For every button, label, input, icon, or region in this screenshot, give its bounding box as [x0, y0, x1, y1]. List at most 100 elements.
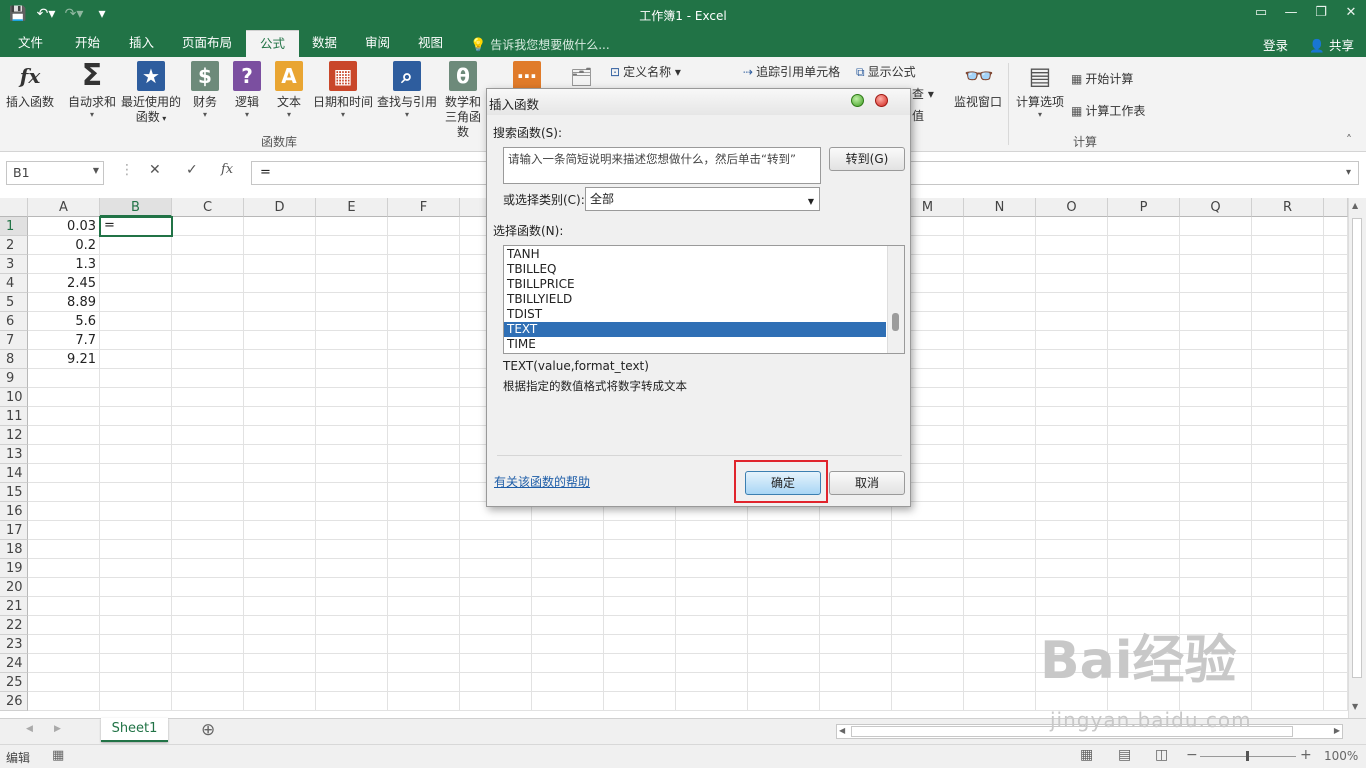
- h-scroll-thumb[interactable]: [851, 726, 1293, 737]
- grid-cell[interactable]: [100, 540, 172, 559]
- grid-cell[interactable]: [100, 274, 172, 293]
- cancel-icon[interactable]: ✕: [149, 162, 161, 178]
- grid-cell[interactable]: [1180, 274, 1252, 293]
- grid-cell[interactable]: [964, 483, 1036, 502]
- grid-cell[interactable]: [604, 521, 676, 540]
- grid-cell[interactable]: [28, 502, 100, 521]
- grid-cell[interactable]: [172, 407, 244, 426]
- grid-cell[interactable]: [316, 369, 388, 388]
- tab-page-layout[interactable]: 页面布局: [168, 30, 246, 57]
- row-header[interactable]: 16: [0, 502, 28, 521]
- grid-cell[interactable]: [964, 654, 1036, 673]
- grid-cell[interactable]: 9.21: [28, 350, 100, 369]
- cancel-button[interactable]: 取消: [829, 471, 905, 495]
- grid-cell[interactable]: [1108, 540, 1180, 559]
- grid-cell[interactable]: [244, 312, 316, 331]
- grid-cell[interactable]: [964, 616, 1036, 635]
- ok-button[interactable]: 确定: [745, 471, 821, 495]
- grid-cell[interactable]: [964, 540, 1036, 559]
- grid-cell[interactable]: [1180, 502, 1252, 521]
- grid-cell[interactable]: [748, 540, 820, 559]
- zoom-out-icon[interactable]: −: [1186, 747, 1198, 763]
- search-function-input[interactable]: 请输入一条简短说明来描述您想做什么，然后单击“转到”: [503, 147, 821, 184]
- grid-cell[interactable]: [964, 217, 1036, 236]
- grid-cell[interactable]: [820, 692, 892, 711]
- grid-cell[interactable]: [1108, 559, 1180, 578]
- grid-cell[interactable]: [1108, 217, 1180, 236]
- grid-cell[interactable]: [1252, 369, 1324, 388]
- collapse-ribbon-icon[interactable]: ˄: [1346, 133, 1352, 147]
- scroll-up-icon[interactable]: ▲: [1352, 201, 1358, 210]
- grid-cell[interactable]: [820, 654, 892, 673]
- grid-cell[interactable]: [28, 426, 100, 445]
- grid-cell[interactable]: [1252, 635, 1324, 654]
- column-header-q[interactable]: Q: [1180, 198, 1252, 217]
- grid-cell[interactable]: [1324, 293, 1348, 312]
- grid-cell[interactable]: [1252, 236, 1324, 255]
- grid-cell[interactable]: [100, 673, 172, 692]
- grid-cell[interactable]: [1324, 616, 1348, 635]
- grid-cell[interactable]: [172, 616, 244, 635]
- grid-cell[interactable]: [244, 217, 316, 236]
- grid-cell[interactable]: [892, 616, 964, 635]
- grid-cell[interactable]: [388, 597, 460, 616]
- grid-cell[interactable]: [820, 578, 892, 597]
- grid-cell[interactable]: [100, 331, 172, 350]
- grid-cell[interactable]: [1180, 673, 1252, 692]
- grid-cell[interactable]: [28, 369, 100, 388]
- grid-cell[interactable]: [1252, 426, 1324, 445]
- grid-cell[interactable]: [316, 483, 388, 502]
- grid-cell[interactable]: [964, 692, 1036, 711]
- grid-cell[interactable]: [892, 521, 964, 540]
- grid-cell[interactable]: [1036, 464, 1108, 483]
- grid-cell[interactable]: [1324, 502, 1348, 521]
- grid-cell[interactable]: [964, 502, 1036, 521]
- row-header[interactable]: 13: [0, 445, 28, 464]
- row-header[interactable]: 17: [0, 521, 28, 540]
- grid-cell[interactable]: [1252, 654, 1324, 673]
- grid-cell[interactable]: [1324, 692, 1348, 711]
- grid-cell[interactable]: [172, 236, 244, 255]
- watch-window-button[interactable]: 👓 监视窗口: [952, 61, 1004, 110]
- tell-me-box[interactable]: 💡 告诉我您想要做什么...: [470, 36, 610, 53]
- grid-cell[interactable]: [676, 654, 748, 673]
- grid-cell[interactable]: [964, 521, 1036, 540]
- grid-cell[interactable]: [892, 635, 964, 654]
- grid-cell[interactable]: [1108, 388, 1180, 407]
- grid-cell[interactable]: [1108, 331, 1180, 350]
- math-trig-button[interactable]: θ 数学和 三角函数: [442, 61, 484, 140]
- grid-cell[interactable]: [1036, 255, 1108, 274]
- grid-cell[interactable]: [676, 559, 748, 578]
- grid-cell[interactable]: [172, 654, 244, 673]
- grid-cell[interactable]: [388, 654, 460, 673]
- function-item[interactable]: TBILLYIELD: [504, 292, 886, 307]
- grid-cell[interactable]: [244, 502, 316, 521]
- grid-cell[interactable]: [28, 654, 100, 673]
- grid-cell[interactable]: [316, 635, 388, 654]
- grid-cell[interactable]: [1108, 673, 1180, 692]
- grid-cell[interactable]: [316, 654, 388, 673]
- grid-cell[interactable]: [1036, 331, 1108, 350]
- normal-view-icon[interactable]: ▦: [1080, 747, 1093, 763]
- grid-cell[interactable]: [1252, 217, 1324, 236]
- grid-cell[interactable]: [676, 616, 748, 635]
- grid-cell[interactable]: [1252, 293, 1324, 312]
- grid-cell[interactable]: [1180, 559, 1252, 578]
- row-header[interactable]: 14: [0, 464, 28, 483]
- grid-cell[interactable]: [316, 274, 388, 293]
- grid-cell[interactable]: [1324, 540, 1348, 559]
- page-layout-view-icon[interactable]: ▤: [1118, 747, 1131, 763]
- grid-cell[interactable]: [244, 483, 316, 502]
- function-item[interactable]: TANH: [504, 247, 886, 262]
- row-header[interactable]: 21: [0, 597, 28, 616]
- grid-cell[interactable]: [1108, 350, 1180, 369]
- grid-cell[interactable]: [1324, 312, 1348, 331]
- grid-cell[interactable]: [964, 350, 1036, 369]
- function-item[interactable]: TBILLPRICE: [504, 277, 886, 292]
- grid-cell[interactable]: [172, 445, 244, 464]
- grid-cell[interactable]: [964, 293, 1036, 312]
- tab-home[interactable]: 开始: [61, 30, 114, 57]
- grid-cell[interactable]: [28, 616, 100, 635]
- insert-function-icon[interactable]: fx: [221, 162, 233, 177]
- grid-cell[interactable]: [1108, 293, 1180, 312]
